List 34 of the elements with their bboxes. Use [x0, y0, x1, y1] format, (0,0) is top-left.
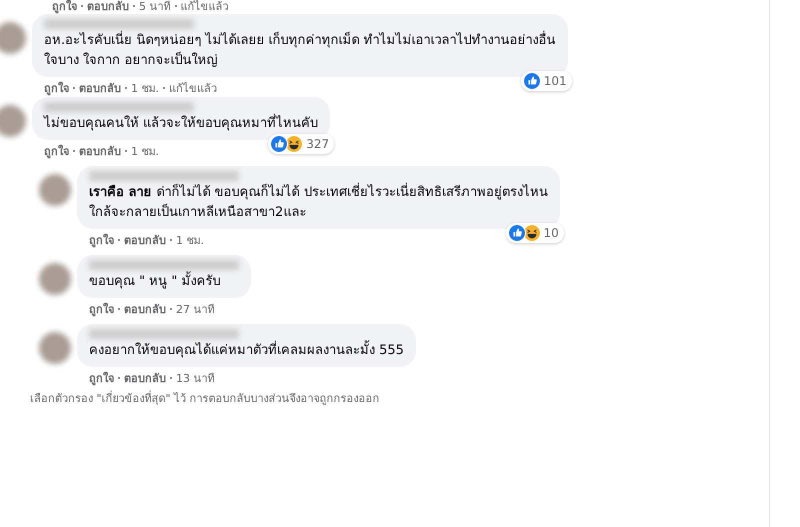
action-link[interactable]: ตอบกลับ	[124, 230, 166, 248]
blurred-avatar	[39, 332, 71, 364]
action-link[interactable]: ถูกใจ	[89, 230, 114, 248]
action-link[interactable]: ถูกใจ	[44, 142, 69, 160]
comment-meta: 1 ชม.	[131, 144, 159, 160]
filter-note: เลือกตัวกรอง "เกี่ยวข้องที่สุด" ไว้ การตอบกลับบางส่วนจึงอาจถูกกรองออก	[29, 390, 381, 407]
action-link[interactable]: ตอบกลับ	[87, 0, 129, 15]
comment-meta: 1 ชม.	[131, 80, 159, 96]
action-link[interactable]: ถูกใจ	[89, 368, 114, 386]
comment-text: ไม่ขอบคุณคนให้ แล้วจะให้ขอบคุณหมาที่ไหนคับ	[44, 114, 318, 134]
comment-text: อห.อะไรคับเนี่ย นิดๆหน่อยๆ ไม่ได้เลยย เก็บทุกค่าทุกเม็ด ทำไมไม่เอาเวลาไปทำงานอย่างอื่น ใจบาง ใจกาก อยากจะเป็นใหญ่	[44, 31, 556, 71]
action-link[interactable]: ถูกใจ	[44, 78, 69, 96]
blurred-avatar	[39, 174, 71, 206]
action-link[interactable]: ถูกใจ	[89, 300, 114, 318]
action-link[interactable]: ตอบกลับ	[124, 368, 166, 386]
comment-meta: แก้ไขแล้ว	[169, 80, 217, 96]
reaction-badge[interactable]: 10	[506, 223, 564, 243]
comment-meta: 13 นาที	[176, 370, 214, 386]
action-link[interactable]: ตอบกลับ	[79, 78, 121, 96]
comment-meta: 1 ชม.	[176, 232, 204, 248]
action-link[interactable]: ตอบกลับ	[124, 300, 166, 318]
action-link[interactable]: ถูกใจ	[52, 0, 77, 15]
reaction-badge[interactable]: 327	[268, 134, 334, 154]
reaction-badge[interactable]: 101	[520, 71, 572, 91]
blurred-avatar	[39, 263, 71, 295]
comment-meta: แก้ไขแล้ว	[180, 0, 228, 15]
blurred-avatar	[0, 22, 26, 54]
action-link[interactable]: ตอบกลับ	[79, 142, 121, 160]
comment-meta: 5 นาที	[139, 0, 170, 15]
comment-meta: 27 นาที	[176, 302, 214, 318]
comment-text: คงอยากให้ขอบคุณได้แค่หมาตัวที่เคลมผลงานละมั้ง 555	[89, 341, 404, 361]
comment-text: เราคือ ลาย ด่าก็ไม่ได้ ขอบคุณก็ไม่ได้ ประเทศเชี่ยไรวะเนี่ยสิทธิเสรีภาพอยู่ตรงไหน ใกล้จะกลายเป็นเกาหลีเหนือสาขา2และ	[89, 183, 548, 223]
comment-text: ขอบคุณ " หนู " มั้งครับ	[89, 272, 239, 292]
blurred-avatar	[0, 105, 26, 137]
